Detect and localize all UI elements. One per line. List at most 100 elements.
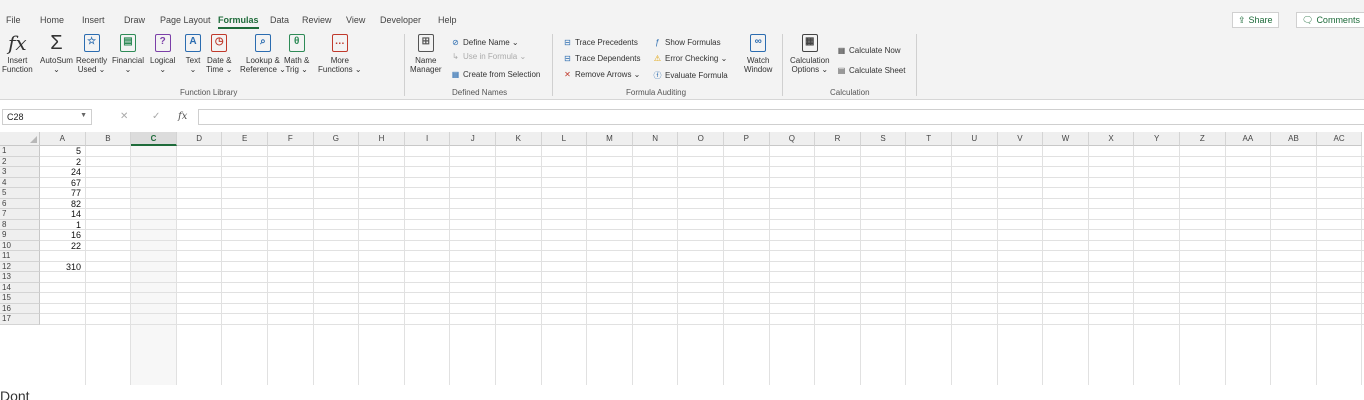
column-header-l[interactable]: L [541,132,588,146]
logical-button[interactable]: ? Logical ⌄ [150,32,175,74]
recently-used-button[interactable]: ☆ Recently Used ⌄ [76,32,107,74]
column-header-w[interactable]: W [1043,132,1089,146]
row-header-1[interactable]: 1 [0,146,40,157]
column-header-ab[interactable]: AB [1271,132,1317,146]
row-header-8[interactable]: 8 [0,219,40,230]
trace-dependents-button[interactable]: ⊟ Trace Dependents [562,54,640,63]
column-header-m[interactable]: M [587,132,633,146]
tab-home[interactable]: Home [40,15,64,25]
column-header-x[interactable]: X [1088,132,1135,146]
column-header-a[interactable]: A [40,132,86,146]
comments-button[interactable]: 🗨 Comments [1296,12,1364,28]
tab-insert[interactable]: Insert [82,15,105,25]
column-header-s[interactable]: S [860,132,907,146]
row-header-13[interactable]: 13 [0,272,40,283]
column-header-c[interactable]: C [131,132,177,146]
more-functions-button[interactable]: … More Functions ⌄ [318,32,362,74]
insert-function-icon[interactable]: fx [178,111,187,122]
tab-view[interactable]: View [346,15,365,25]
row-header-2[interactable]: 2 [0,156,40,167]
autosum-button[interactable]: Σ AutoSum ⌄ [40,32,73,75]
column-header-i[interactable]: I [404,132,451,146]
name-manager-button[interactable]: ⊞ Name Manager [410,32,442,74]
tab-page-layout[interactable]: Page Layout [160,15,211,25]
enter-icon[interactable]: ✓ [152,111,160,122]
row-header-16[interactable]: 16 [0,303,40,314]
cell-a6[interactable]: 82 [40,199,84,209]
cell-a3[interactable]: 24 [40,167,84,177]
column-header-d[interactable]: D [176,132,223,146]
calculate-sheet-button[interactable]: ▤ Calculate Sheet [836,66,906,75]
cell-a7[interactable]: 14 [40,209,84,219]
column-header-t[interactable]: T [906,132,952,146]
column-header-b[interactable]: B [85,132,132,146]
column-header-g[interactable]: G [313,132,360,146]
row-header-9[interactable]: 9 [0,230,40,241]
column-header-f[interactable]: F [268,132,314,146]
financial-button[interactable]: ▤ Financial ⌄ [112,32,144,74]
formula-input[interactable] [198,109,1364,125]
cell-a4[interactable]: 67 [40,178,84,188]
row-header-12[interactable]: 12 [0,261,40,272]
cell-a10[interactable]: 22 [40,241,84,251]
column-header-p[interactable]: P [724,132,770,146]
column-header-v[interactable]: V [997,132,1044,146]
cancel-icon[interactable]: ✕ [120,111,128,122]
row-header-5[interactable]: 5 [0,188,40,199]
evaluate-formula-button[interactable]: ⓕ Evaluate Formula [652,70,728,81]
text-button[interactable]: A Text ⌄ [182,32,204,74]
tab-formulas[interactable]: Formulas [218,15,259,29]
cell-a5[interactable]: 77 [40,188,84,198]
row-header-10[interactable]: 10 [0,240,40,251]
create-from-selection-button[interactable]: ▦ Create from Selection [450,70,541,79]
column-header-j[interactable]: J [450,132,496,146]
row-header-3[interactable]: 3 [0,167,40,178]
cell-a1[interactable]: 5 [40,146,84,156]
column-header-o[interactable]: O [678,132,724,146]
row-header-17[interactable]: 17 [0,314,40,325]
column-header-h[interactable]: H [359,132,405,146]
math-trig-button[interactable]: θ Math & Trig ⌄ [284,32,309,74]
tab-review[interactable]: Review [302,15,332,25]
error-checking-button[interactable]: ⚠ Error Checking ⌄ [652,54,727,63]
watch-window-button[interactable]: ∞ Watch Window [744,32,772,74]
cell-a8[interactable]: 1 [40,220,84,230]
row-header-14[interactable]: 14 [0,282,40,293]
remove-arrows-button[interactable]: ✕ Remove Arrows ⌄ [562,70,640,79]
insert-function-button[interactable]: fx Insert Function [2,32,33,75]
row-header-6[interactable]: 6 [0,198,40,209]
date-time-button[interactable]: ◷ Date & Time ⌄ [206,32,232,74]
column-header-k[interactable]: K [496,132,542,146]
chevron-down-icon[interactable]: ▼ [80,112,87,119]
worksheet-grid[interactable]: A B C D E F G H I J K L M N O P Q R S T U V W X Y Z AA AB AC 1 5 2 2 3 24 4… [0,132,1364,385]
calculate-now-button[interactable]: ▦ Calculate Now [836,46,901,55]
calculation-options-button[interactable]: ▦ Calculation Options ⌄ [790,32,830,74]
column-header-u[interactable]: U [952,132,998,146]
column-header-z[interactable]: Z [1180,132,1226,146]
tab-draw[interactable]: Draw [124,15,145,25]
use-in-formula-button[interactable]: ↳ Use in Formula ⌄ [450,52,526,61]
tab-developer[interactable]: Developer [380,15,421,25]
trace-precedents-button[interactable]: ⊟ Trace Precedents [562,38,638,47]
name-box[interactable]: C28 ▼ [2,109,92,125]
row-header-4[interactable]: 4 [0,177,40,188]
lookup-reference-button[interactable]: ⌕ Lookup & Reference ⌄ [240,32,286,74]
row-header-7[interactable]: 7 [0,209,40,220]
column-header-q[interactable]: Q [769,132,816,146]
select-all-corner[interactable] [0,132,40,146]
tab-help[interactable]: Help [438,15,457,25]
cell-a12[interactable]: 310 [40,262,84,272]
share-button[interactable]: ⇪ Share [1232,12,1279,28]
column-header-aa[interactable]: AA [1225,132,1272,146]
column-header-e[interactable]: E [222,132,268,146]
column-header-n[interactable]: N [632,132,679,146]
row-header-15[interactable]: 15 [0,293,40,304]
show-formulas-button[interactable]: ƒ Show Formulas [652,38,720,47]
define-name-button[interactable]: ⊘ Define Name ⌄ [450,38,518,47]
column-header-r[interactable]: R [815,132,861,146]
cell-a9[interactable]: 16 [40,230,84,240]
column-header-ac[interactable]: AC [1316,132,1363,146]
tab-data[interactable]: Data [270,15,289,25]
tab-file[interactable]: File [6,15,21,25]
cell-a2[interactable]: 2 [40,157,84,167]
